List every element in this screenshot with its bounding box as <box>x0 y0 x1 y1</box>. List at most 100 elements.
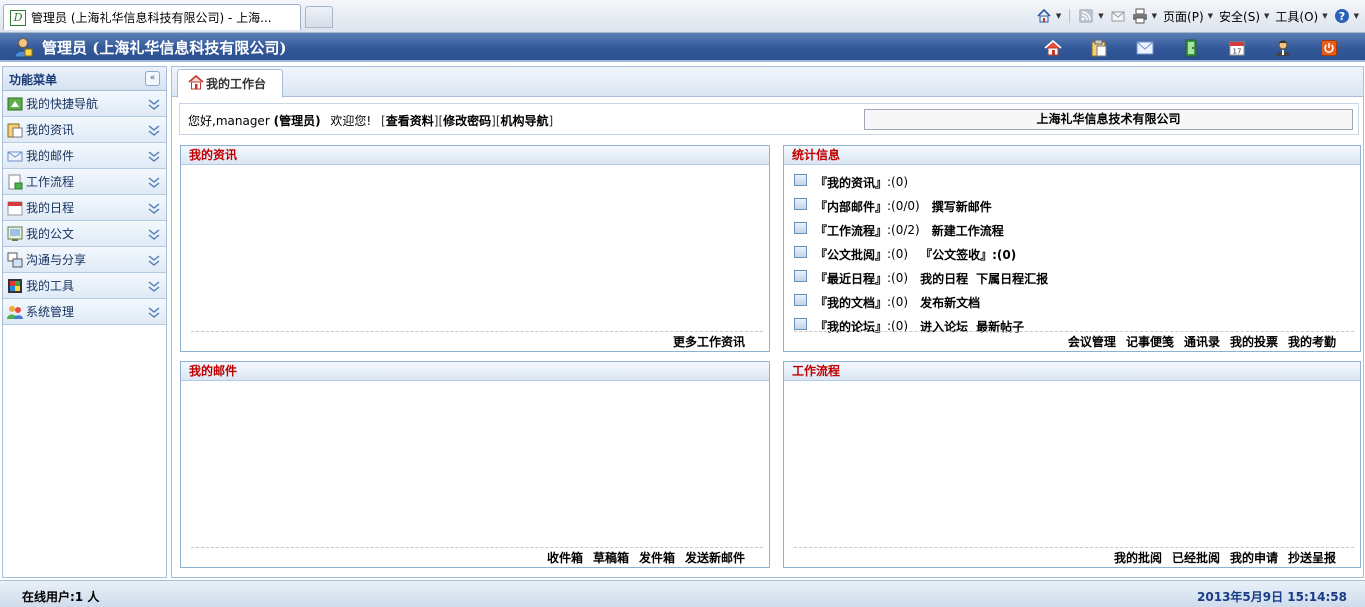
admin-user-icon <box>12 36 34 58</box>
home-icon <box>1036 8 1052 24</box>
calendar-icon[interactable]: 17 <box>1227 39 1247 57</box>
stat-name-link[interactable]: 『我的文档』 <box>815 294 887 311</box>
current-datetime: 2013年5月9日 15:14:58 <box>1197 590 1347 604</box>
sidebar-collapse-button[interactable]: « <box>145 71 160 86</box>
new-tab-button[interactable] <box>305 6 333 28</box>
sidebar: 功能菜单 « 我的快捷导航 我的资讯 我的邮件 工作流程 我的日程 我的公文 沟通与分享 我的… <box>2 66 167 578</box>
chevron-down-icon[interactable] <box>148 305 160 319</box>
sidebar-item-label: 我的邮件 <box>26 149 75 163</box>
stat-row: 『公文批阅』:(0) 『公文签收』:(0) <box>794 242 1354 266</box>
stats-footer-link[interactable]: 我的投票 <box>1230 335 1278 349</box>
power-icon[interactable] <box>1319 39 1339 57</box>
main-tabstrip: 我的工作台 <box>172 67 1363 98</box>
browser-mail-button[interactable] <box>1110 8 1126 24</box>
chevron-down-icon[interactable] <box>148 253 160 267</box>
workflow-footer-link[interactable]: 我的申请 <box>1230 551 1278 565</box>
schedule-calendar-icon <box>7 200 23 216</box>
app-title: 管理员 (上海礼华信息科技有限公司) <box>42 39 287 57</box>
stat-name-link[interactable]: 『公文批阅』 <box>815 246 887 263</box>
mail-footer-link[interactable]: 草稿箱 <box>593 551 629 565</box>
shortcut-nav-icon <box>7 96 23 112</box>
stat-action-link[interactable]: 下属日程汇报 <box>976 270 1048 287</box>
workflow-footer-link[interactable]: 抄送呈报 <box>1288 551 1336 565</box>
envelope-icon <box>7 148 23 164</box>
browser-print-button[interactable]: ▼ <box>1132 8 1157 24</box>
chevron-down-icon[interactable] <box>148 97 160 111</box>
browser-tools-menu[interactable]: 工具(O) ▼ <box>1275 8 1327 25</box>
stat-row: 『我的文档』:(0) 发布新文档 <box>794 290 1354 314</box>
sidebar-item-label: 我的资讯 <box>26 123 75 137</box>
workflow-footer-link[interactable]: 已经批阅 <box>1172 551 1220 565</box>
stats-footer-link[interactable]: 会议管理 <box>1068 335 1116 349</box>
chevron-down-icon[interactable] <box>148 227 160 241</box>
main-area: 我的工作台 您好,manager (管理员) 欢迎您! [查看资料][修改密码]… <box>171 66 1364 578</box>
mail-footer-link[interactable]: 发件箱 <box>639 551 675 565</box>
browser-safety-menu[interactable]: 安全(S) ▼ <box>1219 8 1269 25</box>
browser-page-menu[interactable]: 页面(P) ▼ <box>1163 8 1213 25</box>
stat-name-link[interactable]: 『工作流程』 <box>815 222 887 239</box>
mail-footer-link[interactable]: 收件箱 <box>547 551 583 565</box>
sidebar-item[interactable]: 我的快捷导航 <box>3 91 166 117</box>
org-navigation-link[interactable]: 机构导航 <box>501 114 549 128</box>
sidebar-item[interactable]: 沟通与分享 <box>3 247 166 273</box>
panel-title: 我的资讯 <box>181 146 769 165</box>
tab-my-workbench[interactable]: 我的工作台 <box>177 69 283 98</box>
stat-action-link[interactable]: 我的日程 <box>920 270 968 287</box>
sidebar-item[interactable]: 我的公文 <box>3 221 166 247</box>
chevron-down-icon[interactable] <box>148 123 160 137</box>
sidebar-item-label: 我的工具 <box>26 279 75 293</box>
sidebar-header: 功能菜单 « <box>3 67 166 91</box>
view-profile-link[interactable]: 查看资料 <box>386 114 434 128</box>
home-icon <box>188 74 204 93</box>
news-clipboard-icon <box>7 122 23 138</box>
browser-tab[interactable]: D 管理员 (上海礼华信息科技有限公司) - 上海... <box>3 4 301 30</box>
stat-name-link[interactable]: 『我的资讯』 <box>815 174 887 191</box>
stats-footer-link[interactable]: 我的考勤 <box>1288 335 1336 349</box>
more-news-link[interactable]: 更多工作资讯 <box>673 335 745 349</box>
clipboard-icon[interactable] <box>1089 39 1109 57</box>
sidebar-item[interactable]: 我的工具 <box>3 273 166 299</box>
user-avatar-icon[interactable] <box>1273 39 1293 57</box>
workflow-icon <box>7 174 23 190</box>
mail-footer-link[interactable]: 发送新邮件 <box>685 551 745 565</box>
stat-action-link[interactable]: 撰写新邮件 <box>932 198 992 215</box>
stat-count: :(0) <box>887 271 909 285</box>
online-users-count: 在线用户:1 人 <box>22 590 100 604</box>
stat-action-link[interactable]: 发布新文档 <box>920 294 980 311</box>
panel-footer-links: 我的批阅 已经批阅 我的申请 抄送呈报 <box>794 547 1354 565</box>
stat-action-link[interactable]: 新建工作流程 <box>932 222 1004 239</box>
app-header: 管理员 (上海礼华信息科技有限公司) 17 <box>0 33 1365 62</box>
home-icon[interactable] <box>1043 39 1063 57</box>
sidebar-item[interactable]: 我的邮件 <box>3 143 166 169</box>
sidebar-item[interactable]: 我的资讯 <box>3 117 166 143</box>
door-exit-icon[interactable] <box>1181 39 1201 57</box>
change-password-link[interactable]: 修改密码 <box>443 114 491 128</box>
browser-help-button[interactable]: ? ▼ <box>1334 8 1359 24</box>
chevron-down-icon[interactable] <box>148 149 160 163</box>
sidebar-item[interactable]: 工作流程 <box>3 169 166 195</box>
mail-read-icon <box>1110 8 1126 24</box>
sidebar-item[interactable]: 系统管理 <box>3 299 166 325</box>
stat-action-link[interactable]: 『公文签收』:(0) <box>920 246 1016 263</box>
mail-icon[interactable] <box>1135 39 1155 57</box>
sidebar-item-label: 沟通与分享 <box>26 253 87 267</box>
stats-footer-link[interactable]: 记事便笺 <box>1126 335 1174 349</box>
chevron-down-icon[interactable] <box>148 201 160 215</box>
chevron-down-icon[interactable] <box>148 175 160 189</box>
workflow-footer-link[interactable]: 我的批阅 <box>1114 551 1162 565</box>
svg-text:17: 17 <box>1233 48 1242 56</box>
stats-footer-link[interactable]: 通讯录 <box>1184 335 1220 349</box>
chevron-down-icon[interactable] <box>148 279 160 293</box>
sidebar-menu: 我的快捷导航 我的资讯我的邮件工作流程我的日程 我的公文沟通与分享我的工具系统管理 <box>3 91 166 325</box>
stat-bullet-icon <box>794 270 807 282</box>
sidebar-item-label: 工作流程 <box>26 175 75 189</box>
tools-grid-icon <box>7 278 23 294</box>
sidebar-item[interactable]: 我的日程 <box>3 195 166 221</box>
statistics-list: 『我的资讯』:(0) 『内部邮件』:(0/0) 撰写新邮件 『工作流程』:(0/2) 新… <box>794 170 1354 338</box>
stat-bullet-icon <box>794 174 807 186</box>
stat-name-link[interactable]: 『内部邮件』 <box>815 198 887 215</box>
sidebar-item-label: 我的快捷导航 <box>26 97 99 111</box>
browser-feeds-button[interactable]: ▼ <box>1078 8 1104 24</box>
browser-home-button[interactable]: ▼ <box>1036 8 1061 24</box>
stat-name-link[interactable]: 『最近日程』 <box>815 270 887 287</box>
